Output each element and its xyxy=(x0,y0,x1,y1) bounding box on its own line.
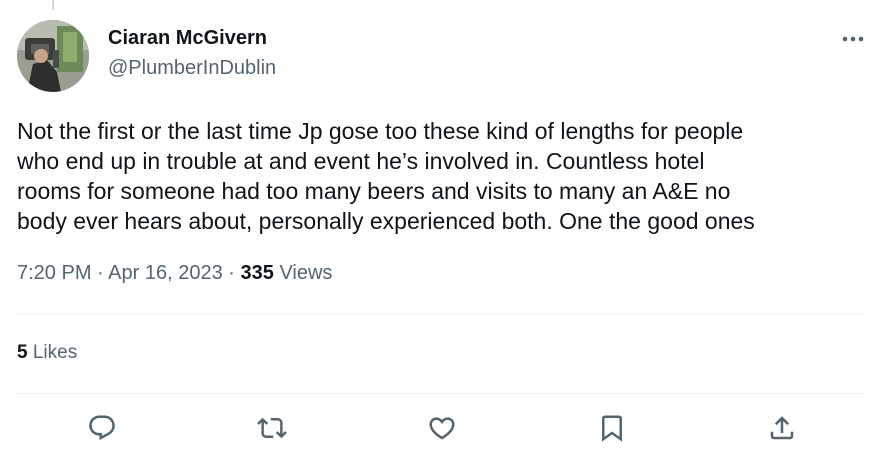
likes-count: 5 xyxy=(17,342,28,363)
bookmark-button[interactable] xyxy=(592,408,632,448)
views-count: 335 xyxy=(240,262,274,284)
reply-button[interactable] xyxy=(82,408,122,448)
likes-label: Likes xyxy=(32,342,78,363)
more-options-button[interactable] xyxy=(836,26,870,52)
avatar-photo xyxy=(17,20,89,92)
share-upload-icon xyxy=(770,416,794,440)
avatar[interactable] xyxy=(17,20,89,92)
meta-separator: · xyxy=(97,262,104,284)
retweet-icon xyxy=(257,417,287,439)
share-button[interactable] xyxy=(762,408,802,448)
divider xyxy=(17,393,866,394)
views-label: Views xyxy=(279,262,333,284)
more-horizontal-icon xyxy=(842,36,864,42)
likes-stat[interactable]: 5 Likes xyxy=(17,342,77,364)
like-button[interactable] xyxy=(422,408,462,448)
heart-icon xyxy=(429,417,455,440)
author-name[interactable]: Ciaran McGivern xyxy=(108,27,267,50)
tweet-text: Not the first or the last time Jp gose t… xyxy=(17,118,755,234)
reply-bubble-icon xyxy=(89,415,115,441)
thread-connector-line xyxy=(52,0,54,10)
retweet-button[interactable] xyxy=(252,408,292,448)
divider xyxy=(17,314,866,315)
tweet-time[interactable]: 7:20 PM xyxy=(17,262,91,284)
bookmark-icon xyxy=(602,415,622,442)
tweet-meta: 7:20 PM · Apr 16, 2023 · 335 Views xyxy=(17,262,332,285)
meta-separator: · xyxy=(228,262,235,284)
tweet-date[interactable]: Apr 16, 2023 xyxy=(108,262,223,284)
author-handle[interactable]: @PlumberInDublin xyxy=(108,57,276,80)
